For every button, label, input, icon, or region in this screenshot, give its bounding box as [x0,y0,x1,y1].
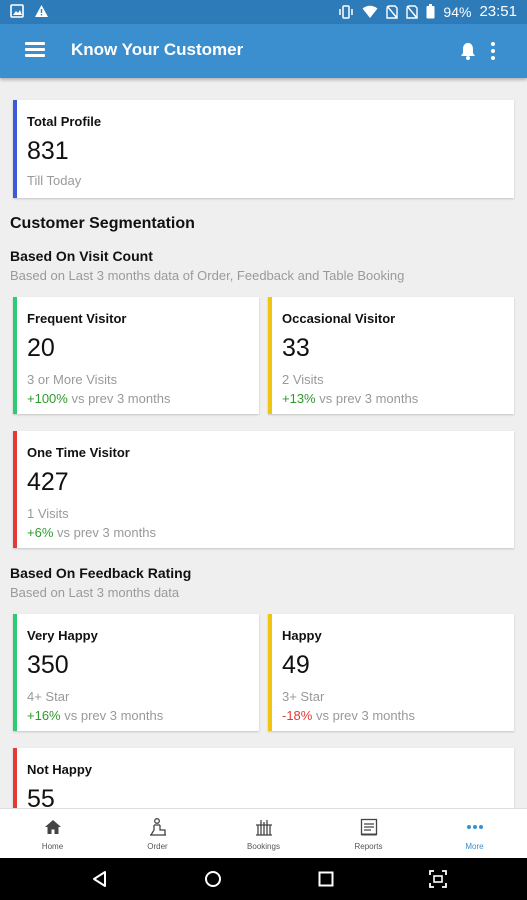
trend-suffix: vs prev 3 months [60,708,164,723]
card-accent-bar [13,297,17,414]
nav-reports[interactable]: Reports [316,809,421,859]
card-title: Not Happy [27,762,92,777]
nav-label: Home [41,842,64,851]
recents-icon[interactable] [316,869,336,889]
trend-text: -18% vs prev 3 months [282,708,415,723]
card-title: Frequent Visitor [27,311,127,326]
card-value: 350 [27,651,69,679]
feedback-rating-caption: Based on Last 3 months data [10,585,180,600]
trend-change: +16% [27,708,61,723]
app-bar: Know Your Customer [0,24,527,78]
trend-change: +13% [282,391,316,406]
more-icon [466,825,483,829]
no-sim-2-icon [406,4,419,19]
card-accent-bar [268,297,272,414]
home-button-icon[interactable] [203,869,223,889]
card-subtitle: 4+ Star [27,689,70,704]
nav-more[interactable]: More [422,809,527,859]
card-subtitle: Till Today [27,173,82,188]
trend-suffix: vs prev 3 months [315,391,419,406]
card-value: 831 [27,137,69,165]
nav-label: Reports [354,842,383,851]
card-title: Occasional Visitor [282,311,396,326]
nav-bookings[interactable]: Bookings [211,809,316,859]
card-accent-bar [13,431,17,548]
card-accent-bar [13,614,17,731]
trend-text: +6% vs prev 3 months [27,525,156,540]
total-profile-card[interactable]: Total Profile 831 Till Today [13,100,514,198]
card-subtitle: 2 Visits [282,372,324,387]
visit-count-heading: Based On Visit Count [10,248,153,264]
clock: 23:51 [479,3,517,20]
trend-suffix: vs prev 3 months [67,391,171,406]
nav-label: More [465,842,484,851]
order-icon [149,818,166,836]
warning-icon [35,5,48,17]
card-value: 55 [27,785,55,808]
bell-icon[interactable] [458,41,478,61]
card-title: Total Profile [27,114,102,129]
bookings-icon [255,820,272,836]
one-time-visitor-card[interactable]: One Time Visitor 427 1 Visits +6% vs pre… [13,431,514,548]
card-title: Happy [282,628,322,643]
nav-label: Order [147,842,168,851]
no-sim-icon [386,4,399,19]
reports-icon [360,818,377,836]
card-title: One Time Visitor [27,445,130,460]
card-subtitle: 3 or More Visits [27,372,118,387]
visit-count-caption: Based on Last 3 months data of Order, Fe… [10,268,405,283]
card-subtitle: 3+ Star [282,689,325,704]
card-subtitle: 1 Visits [27,506,69,521]
system-navigation-bar [0,858,527,900]
overflow-menu-icon[interactable] [489,42,497,60]
nav-order[interactable]: Order [105,809,210,859]
card-value: 33 [282,334,310,362]
happy-card[interactable]: Happy 49 3+ Star -18% vs prev 3 months [268,614,514,731]
card-accent-bar [13,100,17,198]
trend-text: +16% vs prev 3 months [27,708,163,723]
card-accent-bar [268,614,272,731]
trend-suffix: vs prev 3 months [53,525,156,540]
trend-text: +100% vs prev 3 months [27,391,170,406]
back-icon[interactable] [90,869,110,889]
page-title: Know Your Customer [71,40,244,59]
feedback-rating-heading: Based On Feedback Rating [10,565,192,581]
trend-change: +6% [27,525,54,540]
status-bar: 94% 23:51 [0,0,527,24]
section-title: Customer Segmentation [10,215,195,232]
trend-text: +13% vs prev 3 months [282,391,418,406]
frequent-visitor-card[interactable]: Frequent Visitor 20 3 or More Visits +10… [13,297,259,414]
bottom-navigation: Home Order Bookings Reports More [0,808,527,859]
content-area[interactable]: Total Profile 831 Till Today Customer Se… [0,78,527,808]
battery-percent: 94% [443,3,472,20]
wifi-icon [362,5,378,18]
trend-change: -18% [282,708,313,723]
home-icon [44,820,61,834]
card-value: 20 [27,334,55,362]
vibrate-icon [339,4,354,19]
image-notification-icon [10,4,24,18]
nav-home[interactable]: Home [0,809,105,859]
occasional-visitor-card[interactable]: Occasional Visitor 33 2 Visits +13% vs p… [268,297,514,414]
trend-suffix: vs prev 3 months [312,708,415,723]
very-happy-card[interactable]: Very Happy 350 4+ Star +16% vs prev 3 mo… [13,614,259,731]
nav-label: Bookings [247,842,280,851]
card-value: 49 [282,651,310,679]
hamburger-menu-icon[interactable] [25,41,47,59]
trend-change: +100% [27,391,68,406]
screenshot-icon[interactable] [428,869,448,889]
card-accent-bar [13,748,17,808]
not-happy-card[interactable]: Not Happy 55 [13,748,514,808]
battery-icon [426,4,435,19]
card-value: 427 [27,468,69,496]
card-title: Very Happy [27,628,98,643]
